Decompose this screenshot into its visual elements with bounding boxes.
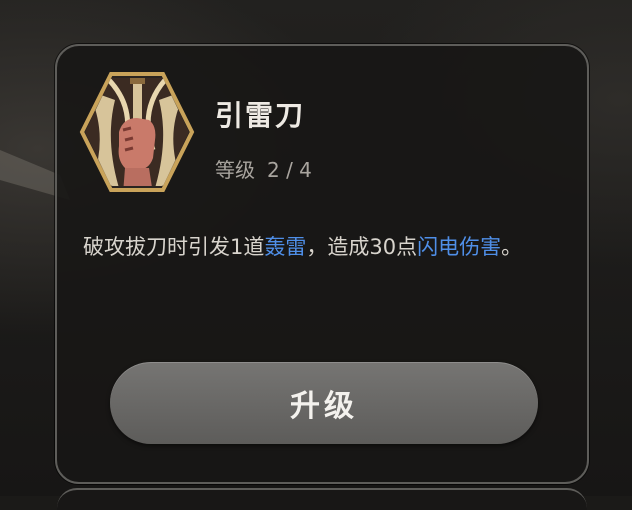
raised-blade-fist-icon	[79, 72, 195, 192]
next-panel-edge	[57, 488, 587, 510]
description-text: ，造成30点	[306, 235, 418, 259]
keyword-lightning-damage: 闪电伤害	[417, 235, 502, 259]
skill-description: 破攻拔刀时引发1道轰雷，造成30点闪电伤害。	[83, 230, 561, 264]
skill-detail-panel: 引雷刀 等级 2 / 4 破攻拔刀时引发1道轰雷，造成30点闪电伤害。 升级	[55, 44, 589, 484]
description-text: 。	[501, 235, 523, 259]
upgrade-button-label: 升级	[290, 389, 358, 424]
skill-level: 等级 2 / 4	[215, 154, 312, 183]
keyword-thunder: 轰雷	[264, 235, 307, 259]
upgrade-button[interactable]: 升级	[110, 362, 538, 444]
description-text: 破攻拔刀时引发1道	[83, 235, 265, 259]
level-label: 等级	[215, 158, 255, 182]
skill-name: 引雷刀	[215, 99, 306, 132]
skill-icon	[79, 70, 195, 194]
level-value: 2 / 4	[267, 158, 312, 182]
